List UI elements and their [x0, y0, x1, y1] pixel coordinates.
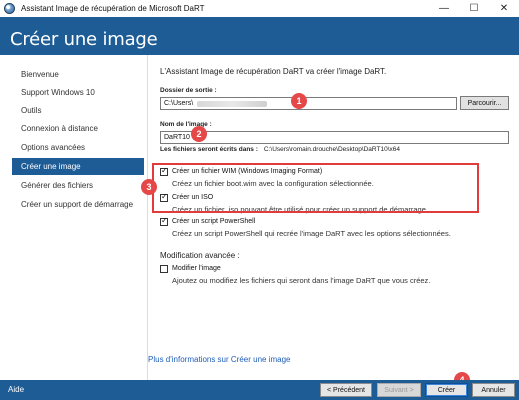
sidebar-item-creer-image[interactable]: Créer une image: [12, 158, 144, 175]
previous-button[interactable]: < Précédent: [320, 383, 372, 397]
option-powershell[interactable]: Créer un script PowerShell Créez un scri…: [160, 216, 451, 239]
sidebar-item-bienvenue[interactable]: Bienvenue: [12, 66, 144, 83]
output-folder-value: C:\Users\: [164, 100, 194, 107]
help-link[interactable]: Aide: [8, 385, 24, 394]
sidebar-item-options-avancees[interactable]: Options avancées: [12, 139, 144, 156]
intro-text: L'Assistant Image de récupération DaRT v…: [160, 67, 387, 76]
page-title: Créer une image: [10, 29, 158, 50]
wizard-sidebar: Bienvenue Support Windows 10 Outils Conn…: [0, 55, 148, 380]
advanced-section-title: Modification avancée :: [160, 251, 240, 260]
sidebar-item-connexion-distance[interactable]: Connexion à distance: [12, 120, 144, 137]
output-folder-input[interactable]: C:\Users\: [160, 97, 457, 110]
close-button[interactable]: ✕: [489, 0, 519, 17]
create-button[interactable]: Créer: [425, 383, 468, 397]
maximize-button[interactable]: ☐: [459, 0, 489, 17]
main-content: L'Assistant Image de récupération DaRT v…: [148, 55, 519, 380]
next-button[interactable]: Suivant >: [377, 383, 421, 397]
minimize-button[interactable]: —: [429, 0, 459, 17]
image-name-value: DaRT10: [164, 134, 190, 141]
window-title-bar: Assistant Image de récupération de Micro…: [0, 0, 519, 17]
files-written-line: Les fichiers seront écrits dans : C:\User…: [160, 146, 400, 153]
redacted-path: [197, 100, 268, 107]
wizard-footer: Aide < Précédent Suivant > Créer Annuler: [0, 380, 519, 400]
sidebar-item-generer-fichiers[interactable]: Générer des fichiers: [12, 177, 144, 194]
sidebar-item-support-windows[interactable]: Support Windows 10: [12, 84, 144, 101]
annotation-badge-1: 1: [291, 93, 307, 109]
annotation-highlight-box: [152, 163, 479, 213]
window-controls: — ☐ ✕: [429, 0, 519, 17]
files-written-path: C:\Users\romain.drouche\Desktop\DaRT10\x…: [263, 146, 400, 153]
sidebar-item-creer-support[interactable]: Créer un support de démarrage: [12, 196, 144, 213]
files-written-label: Les fichiers seront écrits dans :: [160, 146, 258, 153]
powershell-checkbox[interactable]: [160, 216, 168, 226]
modify-image-title: Modifier l'image: [172, 265, 221, 272]
cancel-button[interactable]: Annuler: [472, 383, 515, 397]
modify-image-checkbox[interactable]: [160, 265, 168, 273]
image-name-input[interactable]: DaRT10: [160, 131, 509, 144]
more-info-link[interactable]: Plus d'informations sur Créer une image: [148, 355, 290, 364]
annotation-badge-3: 3: [141, 179, 157, 195]
browse-button[interactable]: Parcourir...: [460, 96, 509, 110]
page-header: Créer une image: [0, 17, 519, 55]
output-folder-label: Dossier de sortie :: [160, 87, 217, 94]
powershell-option-desc: Créez un script PowerShell qui recrée l'…: [172, 229, 451, 238]
option-modify-image[interactable]: Modifier l'image Ajoutez ou modifiez les…: [160, 264, 430, 286]
powershell-option-title: Créer un script PowerShell: [172, 218, 256, 225]
modify-image-desc: Ajoutez ou modifiez les fichiers qui ser…: [172, 276, 431, 285]
sidebar-item-outils[interactable]: Outils: [12, 102, 144, 119]
annotation-badge-2: 2: [191, 126, 207, 142]
window-title: Assistant Image de récupération de Micro…: [21, 4, 205, 13]
dart-app-icon: [4, 3, 15, 14]
